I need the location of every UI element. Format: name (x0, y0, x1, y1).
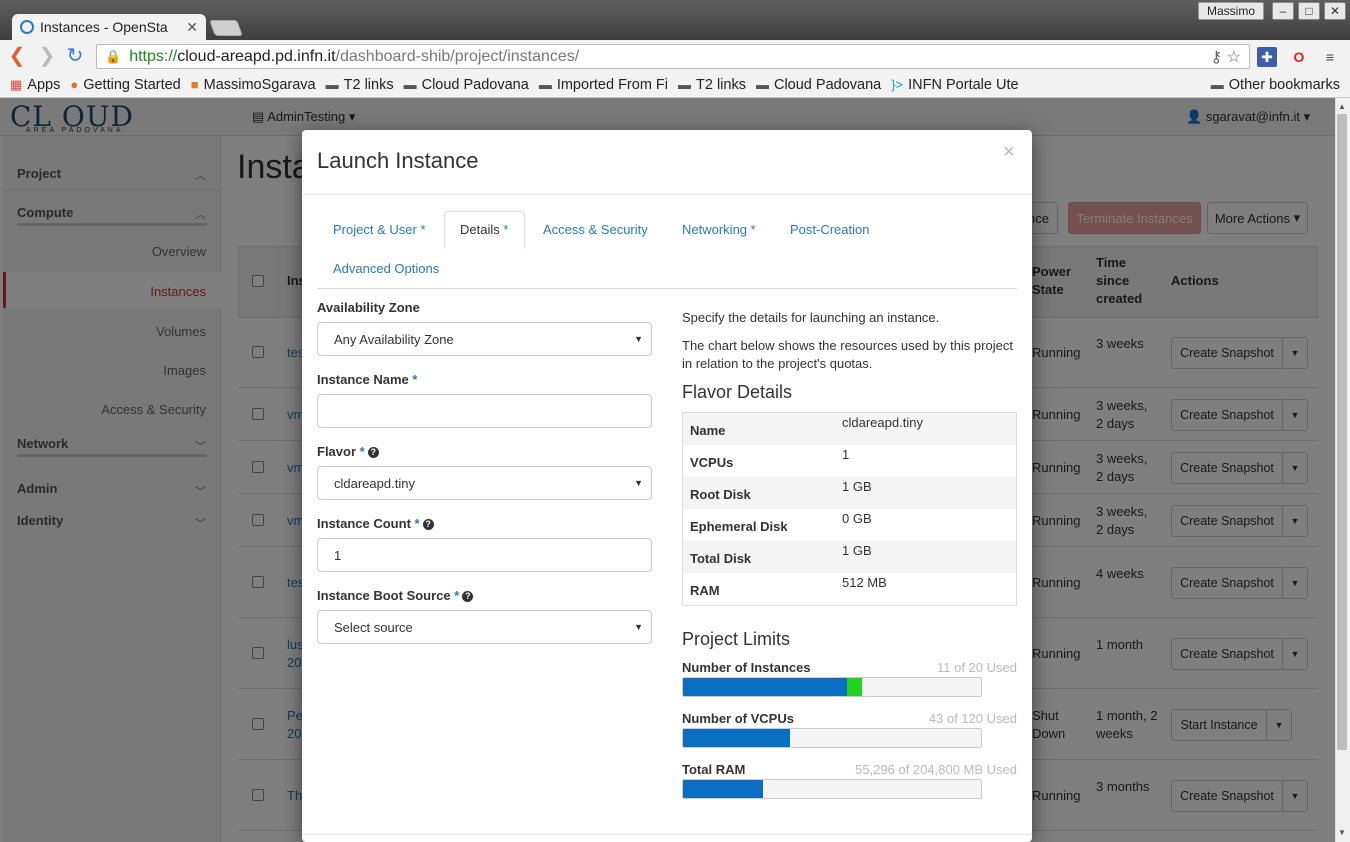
reload-icon[interactable]: ↻ (64, 46, 86, 68)
instance-name-input[interactable] (317, 394, 652, 428)
quota-ram-used: 55,296 of 204,800 MB Used (855, 762, 1017, 777)
table-row: Name cldareapd.tiny (683, 413, 1016, 445)
help-text-chart: The chart below shows the resources used… (682, 338, 1013, 371)
modal-footer-divider (302, 834, 1032, 835)
quota-used-fill (683, 678, 847, 696)
folder-icon: ▬ (403, 77, 417, 92)
browser-tab[interactable]: Instances - OpenSta ✕ (12, 14, 206, 40)
table-row: Ephemeral Disk 0 GB (690, 511, 872, 534)
close-icon[interactable]: × (1003, 141, 1015, 164)
modal-title: Launch Instance (317, 148, 479, 173)
puzzle-extension-icon[interactable]: ✚ (1257, 47, 1277, 67)
availability-zone-select[interactable]: Any Availability Zone ▼ (317, 322, 652, 356)
quota-vcpus-bar (682, 728, 982, 748)
firefox-icon: ● (70, 77, 79, 92)
table-row: RAM 512 MB (690, 575, 887, 598)
help-icon[interactable]: ? (422, 519, 434, 531)
menu-icon[interactable]: ≡ (1320, 47, 1340, 67)
dropdown-arrow-icon: ▼ (634, 622, 643, 632)
boot-source-label: Instance Boot Source *? (317, 588, 474, 603)
openstack-favicon-icon (20, 20, 34, 34)
quota-instances-bar (682, 677, 982, 697)
tab-advanced-options[interactable]: Advanced Options (333, 261, 439, 276)
quota-vcpus-used: 43 of 120 Used (928, 711, 1017, 726)
folder-icon: ▬ (538, 77, 552, 92)
url-scheme: https:// (129, 47, 178, 65)
bookmark-folder-cloud[interactable]: ▬ Cloud Padovana (404, 77, 529, 93)
opera-extension-icon[interactable]: O (1289, 47, 1309, 67)
url-path: /dashboard-shib/project/instances/ (335, 47, 580, 65)
tab-networking[interactable]: Networking * (682, 222, 756, 237)
url-host: cloud-areapd.pd.infn.it (177, 47, 336, 65)
folder-icon: ▬ (678, 77, 692, 92)
scroll-up-icon[interactable]: ▲ (1337, 102, 1347, 111)
bookmark-star-icon[interactable]: ⚷ ☆ (1210, 47, 1241, 67)
address-bar[interactable]: 🔒 https:// cloud-areapd.pd.infn.it /dash… (96, 44, 1250, 69)
lock-icon: 🔒 (105, 48, 122, 64)
dropdown-arrow-icon: ▼ (634, 478, 643, 488)
flavor-select[interactable]: cldareapd.tiny ▼ (317, 466, 652, 500)
instance-count-input[interactable]: 1 (317, 538, 652, 572)
instance-count-label: Instance Count *? (317, 516, 434, 531)
quota-instances-label: Number of Instances (682, 660, 811, 675)
quota-used-fill (683, 780, 764, 798)
close-window-button[interactable]: ✕ (1324, 2, 1346, 20)
quota-used-fill (683, 729, 791, 747)
quota-vcpus-label: Number of VCPUs (682, 711, 794, 726)
page-icon: ■ (190, 77, 199, 92)
boot-source-select[interactable]: Select source ▼ (317, 610, 652, 644)
dropdown-arrow-icon: ▼ (634, 334, 643, 344)
tab-access-security[interactable]: Access & Security (543, 222, 648, 237)
tab-title: Instances - OpenSta (40, 19, 168, 35)
forward-icon[interactable]: ❯ (36, 46, 58, 68)
folder-icon: ▬ (755, 77, 769, 92)
scrollbar-thumb[interactable] (1337, 114, 1347, 750)
quota-added-fill (846, 678, 862, 696)
infn-icon: }> (891, 77, 904, 92)
quota-instances-used: 11 of 20 Used (937, 660, 1017, 675)
tab-post-creation[interactable]: Post-Creation (790, 222, 869, 237)
bookmarks-bar: ▦ Apps ● Getting Started ■ MassimoSgarava ▬… (0, 72, 1350, 98)
bookmark-getting-started[interactable]: ● Getting Started (70, 77, 180, 93)
quota-ram-label: Total RAM (682, 762, 746, 777)
bookmark-infn[interactable]: }> INFN Portale Ute (891, 77, 1018, 93)
folder-icon: ▬ (325, 77, 339, 92)
scroll-down-icon[interactable]: ▼ (1337, 828, 1347, 837)
tab-project-user[interactable]: Project & User * (333, 222, 426, 237)
instance-name-label: Instance Name * (317, 372, 418, 387)
table-row: VCPUs 1 (690, 447, 850, 470)
bookmark-folder-t2-2[interactable]: ▬ T2 links (678, 77, 746, 93)
tabs-divider (317, 288, 1017, 289)
new-tab-button[interactable] (209, 20, 243, 36)
bookmark-folder-cloud-2[interactable]: ▬ Cloud Padovana (756, 77, 881, 93)
modal-header-divider (302, 194, 1032, 195)
flavor-details-table: Name cldareapd.tiny VCPUs 1 Root Disk 1 GB … (682, 412, 1017, 606)
help-icon[interactable]: ? (367, 447, 379, 459)
bookmark-apps[interactable]: ▦ Apps (10, 77, 60, 93)
profile-name[interactable]: Massimo (1198, 2, 1264, 20)
help-text-intro: Specify the details for launching an ins… (682, 310, 940, 325)
close-tab-icon[interactable]: ✕ (186, 19, 198, 36)
folder-icon: ▬ (1210, 77, 1224, 92)
help-icon[interactable]: ? (462, 591, 474, 603)
bookmark-massimo[interactable]: ■ MassimoSgarava (191, 77, 316, 93)
bookmark-folder-t2[interactable]: ▬ T2 links (326, 77, 394, 93)
maximize-button[interactable]: □ (1298, 2, 1320, 20)
flavor-details-heading: Flavor Details (682, 382, 793, 402)
tab-details[interactable]: Details * (460, 222, 508, 237)
bookmark-folder-imported[interactable]: ▬ Imported From Fi (539, 77, 668, 93)
back-icon[interactable]: ❮ (6, 46, 28, 68)
table-row: Total Disk 1 GB (683, 541, 1016, 573)
quota-ram-bar (682, 779, 982, 799)
flavor-label: Flavor *? (317, 444, 379, 459)
minimize-button[interactable]: – (1272, 2, 1294, 20)
table-row: Root Disk 1 GB (683, 477, 1016, 509)
other-bookmarks[interactable]: ▬ Other bookmarks (1211, 77, 1340, 93)
project-limits-heading: Project Limits (682, 629, 791, 649)
availability-zone-label: Availability Zone (317, 300, 420, 315)
apps-grid-icon: ▦ (10, 76, 23, 92)
